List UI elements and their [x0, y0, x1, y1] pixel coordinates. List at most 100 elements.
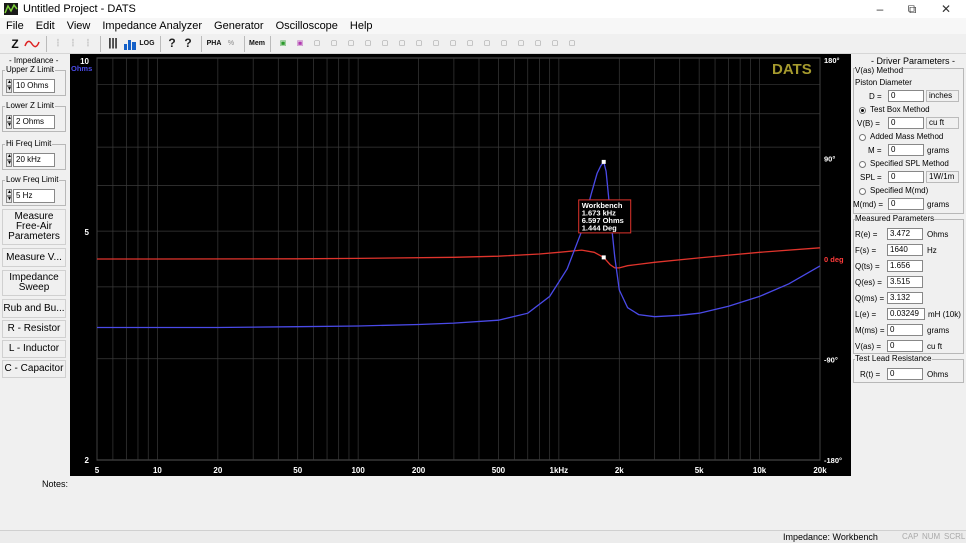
memory-slot-10-icon[interactable]: ▢ — [428, 35, 444, 53]
menu-oscilloscope[interactable]: Oscilloscope — [270, 18, 344, 34]
log-scale-button[interactable]: LOG — [139, 35, 155, 53]
spl-unit[interactable]: 1W/1m — [926, 171, 959, 183]
param-value-field[interactable]: 0 — [887, 324, 923, 336]
specified-mmd-radio[interactable] — [859, 188, 866, 195]
d-field[interactable]: 0 — [888, 90, 924, 102]
low-freq-field[interactable]: 5 Hz — [13, 189, 55, 203]
phase-cursor-marker[interactable] — [601, 255, 606, 260]
hi-freq-spinner[interactable]: ▲ ▼ — [6, 153, 12, 167]
spin-up-icon[interactable]: ▲ — [6, 79, 12, 86]
mmd-field[interactable]: 0 — [888, 198, 924, 210]
lower-z-spinner[interactable]: ▲ ▼ — [6, 115, 12, 129]
gridlines-icon[interactable]: ||| — [105, 35, 121, 53]
dats-brand-logo: DATS — [772, 61, 812, 78]
impedance-sweep-button[interactable]: Impedance Sweep — [2, 270, 66, 296]
caps-lock-indicator: CAP — [902, 532, 919, 541]
cursor-c-icon[interactable]: ┆ — [81, 35, 95, 53]
test-box-radio[interactable] — [859, 107, 866, 114]
maximize-icon[interactable]: ⧉ — [896, 0, 928, 18]
menu-generator[interactable]: Generator — [208, 18, 270, 34]
vb-field[interactable]: 0 — [888, 117, 924, 129]
memory-slot-4-icon[interactable]: ▢ — [326, 35, 342, 53]
bar-chart-icon[interactable] — [122, 35, 138, 53]
param-value-field[interactable]: 0 — [887, 340, 923, 352]
memory-slot-16-icon[interactable]: ▢ — [530, 35, 546, 53]
minimize-icon[interactable]: – — [864, 0, 896, 18]
impedance-plot[interactable]: 5 10 20 50 100 200 500 1kHz 2k 5k 10k 20k 10 5 2 180° 90… — [70, 54, 851, 476]
added-mass-radio[interactable] — [859, 134, 866, 141]
memory-slot-7-icon[interactable]: ▢ — [377, 35, 393, 53]
cursor-b-icon[interactable]: ┆ — [66, 35, 80, 53]
memory-slot-2-icon[interactable]: ▣ — [292, 35, 308, 53]
lower-z-field[interactable]: 2 Ohms — [13, 115, 55, 129]
memory-slot-14-icon[interactable]: ▢ — [496, 35, 512, 53]
hi-freq-field[interactable]: 20 kHz — [13, 153, 55, 167]
spin-down-icon[interactable]: ▼ — [6, 196, 12, 203]
memory-slot-11-icon[interactable]: ▢ — [445, 35, 461, 53]
spin-down-icon[interactable]: ▼ — [6, 160, 12, 167]
d-unit[interactable]: inches — [926, 90, 959, 102]
help-icon[interactable]: ? — [165, 35, 179, 53]
m-field[interactable]: 0 — [888, 144, 924, 156]
menu-view[interactable]: View — [61, 18, 97, 34]
memory-slot-6-icon[interactable]: ▢ — [360, 35, 376, 53]
spin-up-icon[interactable]: ▲ — [6, 115, 12, 122]
capacitor-button[interactable]: C - Capacitor — [2, 360, 66, 378]
rub-and-buzz-button[interactable]: Rub and Bu... — [2, 299, 66, 318]
resistor-button[interactable]: R - Resistor — [2, 320, 66, 338]
menu-file[interactable]: File — [0, 18, 30, 34]
rt-field[interactable]: 0 — [887, 368, 923, 380]
y-tick-label: 2 — [85, 456, 90, 465]
wave-icon[interactable] — [23, 35, 41, 53]
param-value-field[interactable]: 3.472 — [887, 228, 923, 240]
menu-impedance-analyzer[interactable]: Impedance Analyzer — [96, 18, 208, 34]
param-value-field[interactable]: 0.03249 — [887, 308, 925, 320]
memory-slot-15-icon[interactable]: ▢ — [513, 35, 529, 53]
memory-slot-17-icon[interactable]: ▢ — [547, 35, 563, 53]
param-unit: cu ft — [927, 342, 943, 351]
impedance-z-button[interactable]: Z — [8, 35, 22, 53]
memory-slot-5-icon[interactable]: ▢ — [343, 35, 359, 53]
menu-edit[interactable]: Edit — [30, 18, 61, 34]
memory-slot-3-icon[interactable]: ▢ — [309, 35, 325, 53]
param-value-field[interactable]: 1.656 — [887, 260, 923, 272]
memory-slot-9-icon[interactable]: ▢ — [411, 35, 427, 53]
memory-slot-18-icon[interactable]: ▢ — [564, 35, 580, 53]
impedance-cursor-marker[interactable] — [601, 159, 606, 164]
spin-down-icon[interactable]: ▼ — [6, 86, 12, 93]
upper-z-field[interactable]: 10 Ohms — [13, 79, 55, 93]
title-bar: Untitled Project - DATS – ⧉ ✕ — [0, 0, 966, 18]
spin-up-icon[interactable]: ▲ — [6, 189, 12, 196]
spin-down-icon[interactable]: ▼ — [6, 122, 12, 129]
upper-z-spinner[interactable]: ▲ ▼ — [6, 79, 12, 93]
menu-help[interactable]: Help — [344, 18, 379, 34]
toolbar-separator — [201, 35, 202, 52]
hi-freq-limit-group: Hi Freq Limit ▲ ▼ 20 kHz — [2, 139, 66, 170]
vb-unit[interactable]: cu ft — [926, 117, 959, 129]
param-value-field[interactable]: 3.132 — [887, 292, 923, 304]
spl-field[interactable]: 0 — [888, 171, 924, 183]
context-help-icon[interactable]: ? — [180, 35, 196, 53]
measured-params-label: Measured Parameters — [855, 214, 935, 223]
cursor-a-icon[interactable]: ┆ — [51, 35, 65, 53]
specified-spl-radio[interactable] — [859, 161, 866, 168]
spl-label: SPL = — [860, 173, 882, 182]
memory-button[interactable]: Mem — [249, 35, 265, 53]
memory-slot-13-icon[interactable]: ▢ — [479, 35, 495, 53]
param-label: R(e) = — [855, 230, 878, 239]
phase-tick-label: -90° — [824, 356, 838, 365]
low-freq-spinner[interactable]: ▲ ▼ — [6, 189, 12, 203]
inductor-button[interactable]: L - Inductor — [2, 340, 66, 358]
m-label: M = — [868, 146, 882, 155]
close-icon[interactable]: ✕ — [930, 0, 962, 18]
measure-free-air-button[interactable]: Measure Free-Air Parameters — [2, 209, 66, 245]
scale-icon[interactable]: % — [223, 35, 239, 53]
memory-slot-1-icon[interactable]: ▣ — [275, 35, 291, 53]
phase-button[interactable]: PHA — [206, 35, 222, 53]
param-value-field[interactable]: 3.515 — [887, 276, 923, 288]
memory-slot-12-icon[interactable]: ▢ — [462, 35, 478, 53]
spin-up-icon[interactable]: ▲ — [6, 153, 12, 160]
memory-slot-8-icon[interactable]: ▢ — [394, 35, 410, 53]
param-value-field[interactable]: 1640 — [887, 244, 923, 256]
measure-vas-button[interactable]: Measure V... — [2, 248, 66, 267]
